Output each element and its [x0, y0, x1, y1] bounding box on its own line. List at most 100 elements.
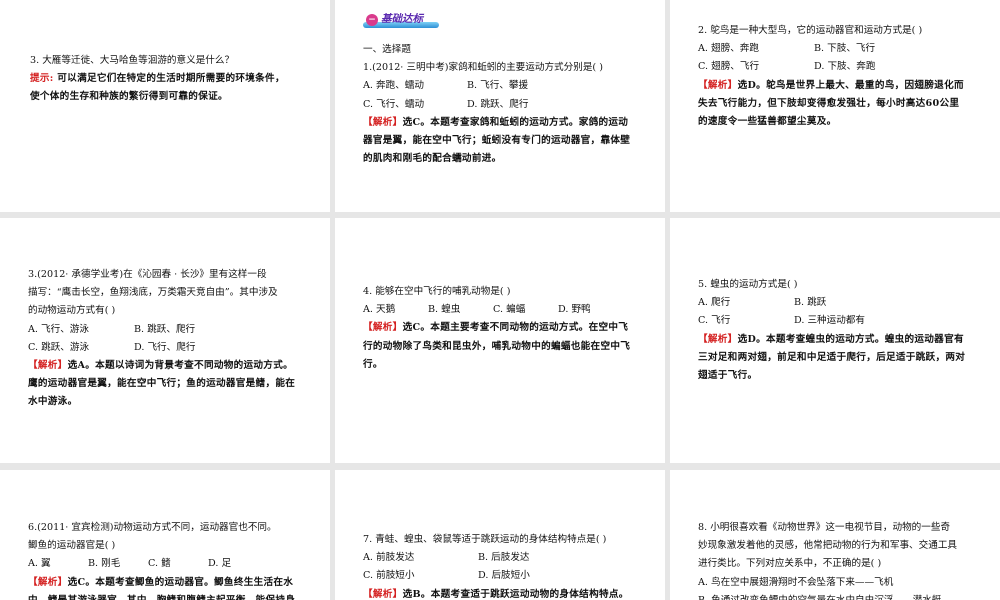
slide-panel-4[interactable]: 3.(2012· 承德学业考)在《沁园春 · 长沙》里有这样一段 描写：“鹰击长空… — [0, 218, 330, 463]
line-text: 4. 能够在空中飞行的哺乳动物是( ) — [363, 286, 511, 297]
option-a[interactable]: C. 飞行、蠕动 — [363, 96, 467, 114]
line-text: 鲫鱼的运动器官是( ) — [28, 540, 116, 552]
option-a[interactable]: C. 前肢短小 — [363, 567, 478, 585]
option-a[interactable]: A. 前肢发达 — [363, 549, 478, 567]
line-text: 失去飞行能力，但下肢却变得愈发强壮，每小时高达60公里 — [698, 97, 960, 109]
question-line: 3. 大雁等迁徙、大马哈鱼等洄游的意义是什么？ — [30, 52, 234, 70]
option-b[interactable]: D. 后肢短小 — [478, 567, 593, 585]
slide-panel-5[interactable]: 4. 能够在空中飞行的哺乳动物是( ) A. 天鹅 B. 蝗虫 C. 蝙蝠 D. 野鸭【… — [335, 218, 665, 463]
line-text: 3.(2012· 承德学业考)在《沁园春 · 长沙》里有这样一段 — [28, 269, 267, 280]
minus-circle-icon: − — [366, 14, 378, 26]
explanation-label: 【解析】 — [698, 333, 738, 345]
option-b[interactable]: B. 刚毛 — [88, 555, 148, 573]
answer-options: C. 前肢短小 D. 后肢短小 — [363, 567, 593, 585]
slide-panel-8[interactable]: 7. 青蛙、蝗虫、袋鼠等适于跳跃运动的身体结构特点是( ) A. 前肢发达 B. 后… — [335, 470, 665, 600]
question-line: 描写：“鹰击长空，鱼翔浅底，万类霜天竞自由”。其中涉及 — [28, 284, 278, 302]
line-text: 选A。本题以诗词为背景考查不同动物的运动方式。 — [67, 360, 293, 371]
question-line: 6.(2011· 宜宾检测)动物运动方式不同，运动器官也不同。 — [28, 519, 277, 537]
question-line: 3.(2012· 承德学业考)在《沁园春 · 长沙》里有这样一段 — [28, 266, 267, 284]
line-text: 的肌肉和刚毛的配合蠕动前进。 — [363, 153, 502, 165]
explanation-line: 鹰的运动器官是翼，能在空中飞行；鱼的运动器官是鳍，能在 — [28, 375, 295, 393]
option-a[interactable]: C. 翅膀、飞行 — [698, 58, 814, 76]
explanation-line: 【解析】选D。本题考查蝗虫的运动方式。蝗虫的运动器官有 — [698, 331, 964, 349]
question-line: 妙现象激发着他的灵感，他常把动物的行为和军事、交通工具 — [698, 537, 957, 555]
option-b[interactable]: D. 飞行、爬行 — [134, 339, 240, 357]
line-text: 8. 小明很喜欢看《动物世界》这一电视节目，动物的一些奇 — [698, 522, 951, 533]
explanation-line: 使个体的生存和种族的繁衍得到可靠的保证。 — [30, 88, 228, 106]
question-line: 8. 小明很喜欢看《动物世界》这一电视节目，动物的一些奇 — [698, 519, 950, 537]
explanation-line: 【解析】选C。本题主要考查不同动物的运动方式。在空中飞 — [363, 319, 628, 337]
line-text: 7. 青蛙、蝗虫、袋鼠等适于跳跃运动的身体结构特点是( ) — [363, 534, 607, 545]
explanation-label: 【解析】 — [363, 322, 403, 334]
option-a[interactable]: C. 跳跃、游泳 — [28, 339, 134, 357]
line-text: 选D。本题考查蝗虫的运动方式。蝗虫的运动器官有 — [737, 333, 964, 345]
option-b[interactable]: B. 跳跃、爬行 — [134, 321, 240, 339]
option-a[interactable]: A. 飞行、游泳 — [28, 321, 134, 339]
line-text: 鹰的运动器官是翼，能在空中飞行；鱼的运动器官是鳍，能在 — [28, 378, 296, 390]
question-line: A. 鸟在空中展翅滑翔时不会坠落下来——飞机 — [698, 574, 893, 592]
option-a[interactable]: A. 爬行 — [698, 294, 794, 312]
option-c[interactable]: C. 蝙蝠 — [493, 301, 558, 319]
question-line: B. 鱼通过改变鱼鳔中的空气量在水中自由沉浮——潜水艇 — [698, 592, 941, 600]
option-b[interactable]: D. 下肢、奔跑 — [814, 58, 930, 76]
question-line: 2. 鸵鸟是一种大型鸟，它的运动器官和运动方式是( ) — [698, 22, 922, 40]
line-text: 6.(2011· 宜宾检测)动物运动方式不同，运动器官也不同。 — [28, 522, 277, 533]
answer-options: A. 翼 B. 刚毛 C. 鳍 D. 足 — [28, 555, 268, 573]
option-b[interactable]: D. 三种运动都有 — [794, 312, 890, 330]
explanation-label: 【解析】 — [363, 116, 403, 128]
question-line: 4. 能够在空中飞行的哺乳动物是( ) — [363, 283, 510, 301]
line-text: 选C。本题主要考查不同动物的运动方式。在空中飞 — [402, 322, 629, 334]
line-text: 进行类比。下列对应关系中，不正确的是( ) — [698, 558, 882, 570]
line-text: 可以满足它们在特定的生活时期所需要的环境条件， — [53, 73, 285, 85]
option-d[interactable]: D. 足 — [208, 555, 268, 573]
slide-panel-3[interactable]: 2. 鸵鸟是一种大型鸟，它的运动器官和运动方式是( ) A. 翅膀、奔跑 B. 下肢… — [670, 0, 1000, 212]
explanation-line: 行。 — [363, 356, 383, 374]
option-a[interactable]: A. 天鹅 — [363, 301, 428, 319]
explanation-line: 失去飞行能力，但下肢却变得愈发强壮，每小时高达60公里 — [698, 95, 959, 113]
option-b[interactable]: B. 下肢、飞行 — [814, 40, 930, 58]
line-text: 行的动物除了鸟类和昆虫外，哺乳动物中的蝙蝠也能在空中飞 — [363, 340, 631, 352]
answer-options: A. 天鹅 B. 蝗虫 C. 蝙蝠 D. 野鸭 — [363, 301, 623, 319]
explanation-line: 【解析】选C。本题考查鲫鱼的运动器官。鲫鱼终生生活在水 — [28, 574, 293, 592]
line-text: 的速度令一些猛兽都望尘莫及。 — [698, 116, 837, 127]
option-a[interactable]: A. 翅膀、奔跑 — [698, 40, 814, 58]
line-text: 描写：“鹰击长空，鱼翔浅底，万类霜天竞自由”。其中涉及 — [28, 287, 278, 299]
option-a[interactable]: A. 翼 — [28, 555, 88, 573]
option-b[interactable]: B. 后肢发达 — [478, 549, 593, 567]
slide-panel-2[interactable]: − 基础达标 一、选择题 1.(2012· 三明中考)家鸽和蚯蚓的主要运动方式分别是(… — [335, 0, 665, 212]
explanation-label: 【解析】 — [698, 79, 738, 91]
answer-options: C. 飞行、蠕动 D. 跳跃、爬行 — [363, 96, 571, 114]
question-line: 一、选择题 — [363, 41, 411, 59]
answer-options: A. 翅膀、奔跑 B. 下肢、飞行 — [698, 40, 930, 58]
question-line: 鲫鱼的运动器官是( ) — [28, 537, 115, 555]
explanation-line: 器官是翼，能在空中飞行；蚯蚓没有专门的运动器官，靠体壁 — [363, 132, 630, 150]
slide-panel-6[interactable]: 5. 蝗虫的运动方式是( ) A. 爬行 B. 跳跃 C. 飞行 D. 三种运动都有 【解… — [670, 218, 1000, 463]
option-c[interactable]: C. 鳍 — [148, 555, 208, 573]
line-text: 选B。本题考查适于跳跃运动动物的身体结构特点。 — [402, 588, 629, 600]
option-b[interactable]: B. 跳跃 — [794, 294, 890, 312]
slide-panel-7[interactable]: 6.(2011· 宜宾检测)动物运动方式不同，运动器官也不同。 鲫鱼的运动器官是(… — [0, 470, 330, 600]
option-a[interactable]: A. 奔跑、蠕动 — [363, 77, 467, 95]
option-b[interactable]: B. 飞行、攀援 — [467, 77, 571, 95]
line-text: 中，鳍是其游泳器官。其中，胸鳍和腹鳍主起平衡，能保持身 — [28, 595, 295, 600]
line-text: A. 鸟在空中展翅滑翔时不会坠落下来——飞机 — [698, 576, 894, 588]
line-text: 三对足和两对翅，前足和中足适于爬行，后足适于跳跃，两对 — [698, 351, 966, 363]
line-text: 1.(2012· 三明中考)家鸽和蚯蚓的主要运动方式分别是( ) — [363, 62, 603, 74]
line-text: 水中游泳。 — [28, 396, 78, 408]
line-text: 翅适于飞行。 — [698, 370, 758, 381]
explanation-line: 的速度令一些猛兽都望尘莫及。 — [698, 113, 837, 131]
answer-options: A. 前肢发达 B. 后肢发达 — [363, 549, 593, 567]
explanation-line: 的肌肉和刚毛的配合蠕动前进。 — [363, 150, 502, 168]
explanation-line: 【解析】选D。鸵鸟是世界上最大、最重的鸟，因翅膀退化而 — [698, 77, 964, 95]
line-text: 2. 鸵鸟是一种大型鸟，它的运动器官和运动方式是( ) — [698, 25, 923, 36]
question-line: 5. 蝗虫的运动方式是( ) — [698, 276, 798, 294]
slide-panel-1[interactable]: 3. 大雁等迁徙、大马哈鱼等洄游的意义是什么？ 提示: 可以满足它们在特定的生活时… — [0, 0, 330, 212]
explanation-line: 【解析】选B。本题考查适于跳跃运动动物的身体结构特点。 — [363, 586, 629, 600]
answer-options: C. 翅膀、飞行 D. 下肢、奔跑 — [698, 58, 930, 76]
option-b[interactable]: D. 跳跃、爬行 — [467, 96, 571, 114]
option-d[interactable]: D. 野鸭 — [558, 301, 623, 319]
option-a[interactable]: C. 飞行 — [698, 312, 794, 330]
explanation-line: 中，鳍是其游泳器官。其中，胸鳍和腹鳍主起平衡，能保持身 — [28, 592, 295, 600]
slide-panel-9[interactable]: 8. 小明很喜欢看《动物世界》这一电视节目，动物的一些奇妙现象激发着他的灵感，他… — [670, 470, 1000, 600]
option-b[interactable]: B. 蝗虫 — [428, 301, 493, 319]
